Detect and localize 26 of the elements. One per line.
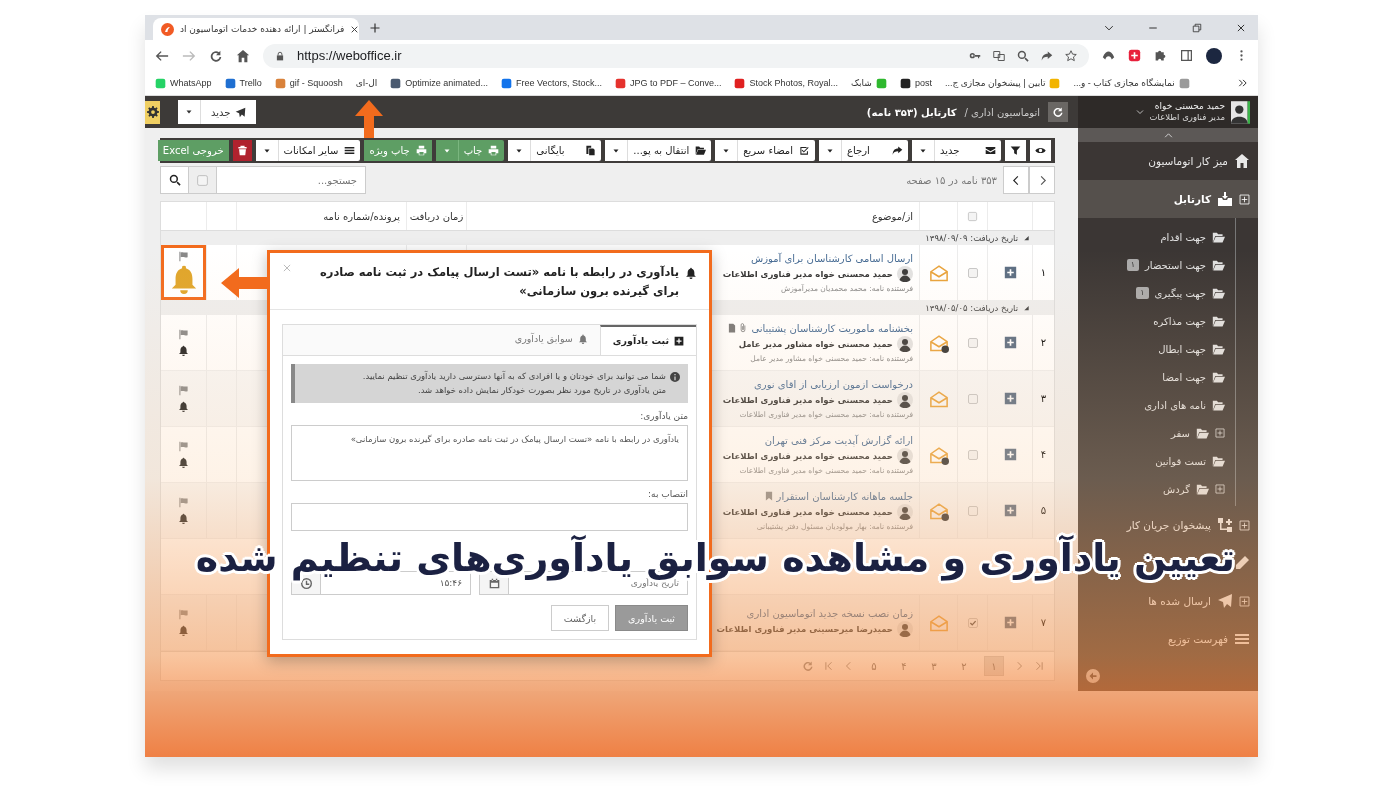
info-text: شما می توانید برای خودتان و یا افرادی که به آنها دسترسی دارید یادآوری تنظیم نمایید. bbox=[362, 369, 666, 383]
sender-name: حمید محسنی خواه مدیر فناوری اطلاعات bbox=[722, 268, 893, 279]
page-title: کارتابل (۳۵۳ نامه) bbox=[866, 106, 957, 118]
page-summary: ۳۵۳ نامه در ۱۵ صفحه bbox=[906, 174, 997, 186]
column-header: از/موضوع bbox=[871, 210, 913, 222]
dialog-title: یادآوری در رابطه با نامه «تست ارسال پیامک در ثبت نامه صادره برای گیرنده برون سازمانی» bbox=[319, 264, 679, 301]
info-text: متن یادآوری در تاریخ مورد نظر بصورت خودکار نمایش داده خواهد شد. bbox=[417, 383, 666, 397]
row-number: ۷ bbox=[1040, 617, 1047, 628]
sender-name: حمید محسنی خواه مدیر فناوری اطلاعات bbox=[722, 394, 893, 405]
column-header: پرونده/شماره نامه bbox=[323, 210, 400, 222]
column-header: زمان دریافت bbox=[409, 210, 464, 222]
sender-name: حمید محسنی خواه مدیر فناوری اطلاعات bbox=[722, 450, 893, 461]
row-number: ۵ bbox=[1040, 505, 1047, 516]
count-badge: ۱ bbox=[1136, 287, 1149, 299]
field-label: انتصاب به: bbox=[647, 489, 688, 500]
sender-name: حمید محسنی خواه مشاور مدیر عامل bbox=[738, 338, 893, 349]
sender-name: حمیدرضا میرحسینی مدیر فناوری اطلاعات bbox=[716, 624, 893, 634]
user-name: حمید محسنی خواه bbox=[1153, 101, 1225, 113]
row-number: ۳ bbox=[1040, 393, 1047, 404]
user-role: مدیر فناوری اطلاعات bbox=[1149, 112, 1225, 123]
row-number: ۱ bbox=[1040, 267, 1047, 278]
row-number: ۴ bbox=[1040, 449, 1047, 460]
field-label: متن یادآوری: bbox=[639, 411, 688, 422]
sender-name: حمید محسنی خواه مدیر فناوری اطلاعات bbox=[722, 506, 893, 517]
row-number: ۲ bbox=[1040, 337, 1047, 348]
count-badge: ۱ bbox=[1126, 259, 1140, 271]
